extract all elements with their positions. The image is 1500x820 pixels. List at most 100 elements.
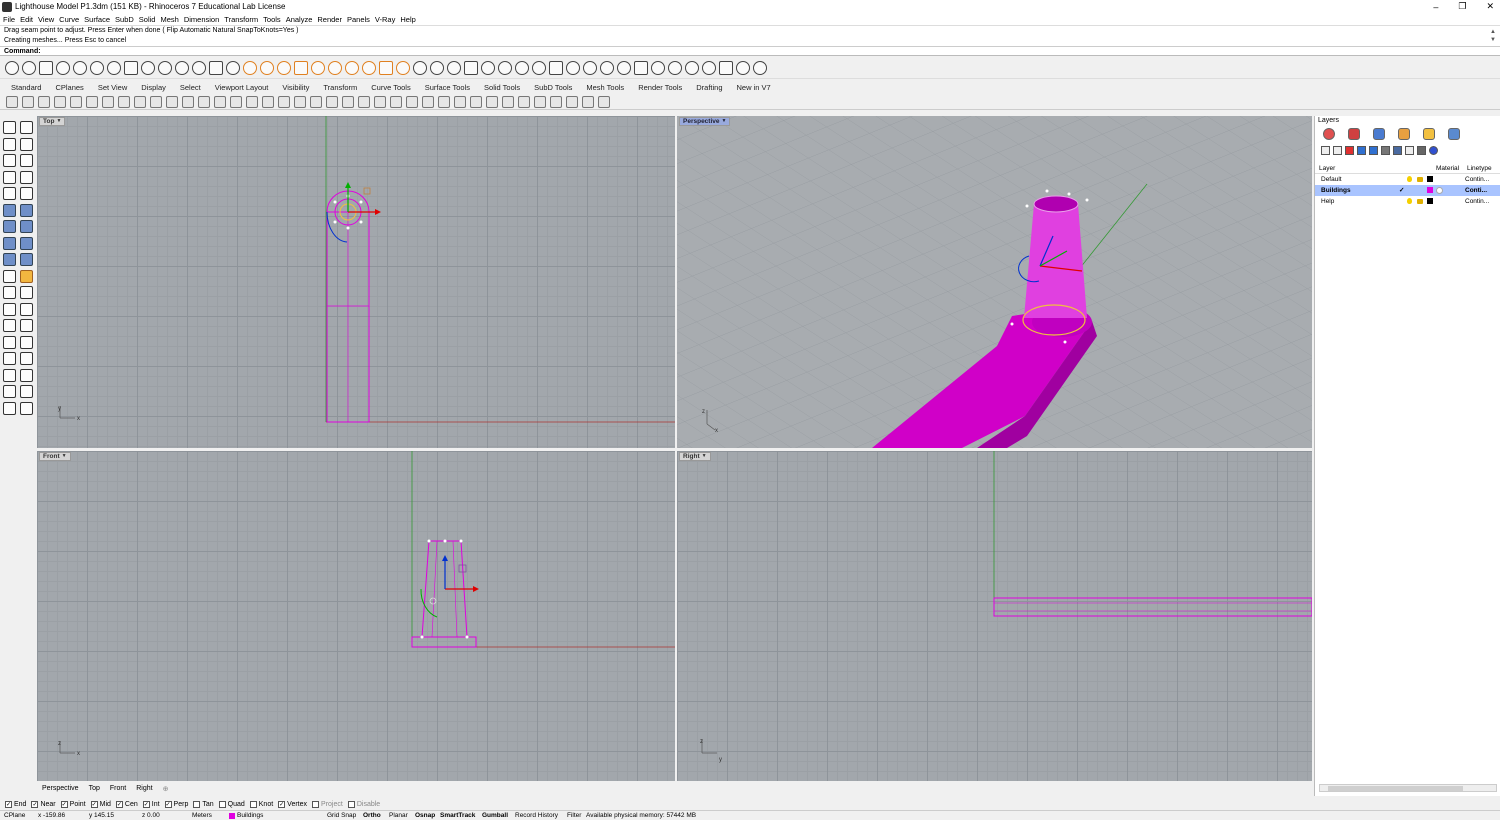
checkbox[interactable]: [249, 801, 257, 808]
lock-icon[interactable]: [1417, 199, 1423, 204]
layer-color-swatch[interactable]: [1427, 187, 1433, 193]
osnap-int[interactable]: ✓ Int: [142, 801, 160, 808]
lightbulb-icon[interactable]: [1407, 176, 1412, 182]
menu-item-dimension[interactable]: Dimension: [184, 15, 219, 24]
palette-tool-icon[interactable]: [20, 286, 33, 299]
palette-tool-icon[interactable]: [20, 154, 33, 167]
toolbar-tool-icon[interactable]: [753, 60, 767, 75]
toolbar-tool-icon[interactable]: [118, 95, 130, 108]
osnap-vertex[interactable]: ✓ Vertex: [278, 801, 307, 808]
move-to-parent-icon[interactable]: [1381, 146, 1390, 155]
toolbar-tool-icon[interactable]: [447, 60, 461, 75]
toolbar-tool-icon[interactable]: [38, 95, 50, 108]
tab-select[interactable]: Select: [180, 83, 201, 92]
toolbar-tool-icon[interactable]: [246, 95, 258, 108]
palette-tool-icon[interactable]: [20, 220, 33, 233]
palette-tool-icon[interactable]: [3, 253, 16, 266]
toolbar-tool-icon[interactable]: [70, 95, 82, 108]
viewport-right[interactable]: Right ▼ z y: [677, 451, 1312, 781]
toolbar-tool-icon[interactable]: [22, 60, 36, 75]
palette-tool-icon[interactable]: [3, 368, 16, 382]
viewport-perspective[interactable]: Perspective ▼ z x: [677, 116, 1312, 448]
scrollbar-thumb[interactable]: [1328, 786, 1463, 791]
menu-item-view[interactable]: View: [38, 15, 54, 24]
layer-color-swatch[interactable]: [1427, 176, 1433, 182]
close-button[interactable]: ✕: [1486, 1, 1494, 12]
tab-viewport-layout[interactable]: Viewport Layout: [215, 83, 269, 92]
toolbar-tool-icon[interactable]: [198, 95, 210, 108]
palette-tool-icon[interactable]: [20, 170, 33, 184]
restore-button[interactable]: ❐: [1458, 1, 1466, 12]
toolbar-tool-icon[interactable]: [498, 60, 512, 75]
palette-tool-icon[interactable]: [3, 236, 16, 250]
tab-surface-tools[interactable]: Surface Tools: [425, 83, 470, 92]
checkbox[interactable]: ✓: [142, 801, 150, 808]
toolbar-tool-icon[interactable]: [362, 60, 376, 75]
toolbar-tool-icon[interactable]: [518, 95, 530, 108]
toolbar-tool-icon[interactable]: [549, 60, 563, 75]
tab-subd-tools[interactable]: SubD Tools: [534, 83, 572, 92]
palette-tool-icon[interactable]: [3, 401, 16, 415]
layer-row-buildings[interactable]: Buildings ✓ Conti...: [1315, 185, 1500, 196]
toolbar-tool-icon[interactable]: [134, 95, 146, 108]
toolbar-tool-icon[interactable]: [617, 60, 631, 75]
palette-tool-icon[interactable]: [20, 137, 33, 151]
toolbar-tool-icon[interactable]: [158, 60, 172, 75]
toolbar-tool-icon[interactable]: [634, 60, 648, 75]
toolbar-tool-icon[interactable]: [464, 60, 478, 75]
palette-tool-icon[interactable]: [20, 203, 33, 217]
toolbar-tool-icon[interactable]: [90, 60, 104, 75]
toolbar-tool-icon[interactable]: [486, 95, 498, 108]
menu-item-solid[interactable]: Solid: [139, 15, 156, 24]
viewport-top[interactable]: Top ▼ y x: [37, 116, 675, 448]
palette-tool-icon[interactable]: [3, 220, 16, 233]
palette-tool-icon[interactable]: [3, 121, 16, 134]
toolbar-tool-icon[interactable]: [566, 60, 580, 75]
toolbar-tool-icon[interactable]: [702, 60, 716, 75]
palette-tool-icon[interactable]: [20, 401, 33, 415]
toolbar-tool-icon[interactable]: [192, 60, 206, 75]
menu-item-analyze[interactable]: Analyze: [286, 15, 313, 24]
palette-tool-icon[interactable]: [3, 269, 16, 283]
toolbar-tool-icon[interactable]: [502, 95, 514, 108]
checkbox[interactable]: [193, 801, 201, 808]
toolbar-tool-icon[interactable]: [598, 95, 610, 108]
menu-item-v-ray[interactable]: V-Ray: [375, 15, 395, 24]
palette-tool-icon[interactable]: [20, 352, 33, 365]
toolbar-tool-icon[interactable]: [277, 60, 291, 75]
units-label[interactable]: Meters: [192, 812, 212, 819]
palette-tool-icon[interactable]: [20, 269, 33, 283]
viewport-perspective-label[interactable]: Perspective ▼: [679, 117, 731, 126]
tab-mesh-tools[interactable]: Mesh Tools: [586, 83, 624, 92]
viewport-tab-top[interactable]: Top: [89, 785, 100, 792]
toolbar-tool-icon[interactable]: [182, 95, 194, 108]
viewport-tab-front[interactable]: Front: [110, 785, 126, 792]
viewport-front[interactable]: Front ▼ z x: [37, 451, 675, 781]
tab-standard[interactable]: Standard: [11, 83, 41, 92]
new-sublayer-icon[interactable]: [1333, 146, 1342, 155]
osnap-knot[interactable]: Knot: [249, 801, 273, 808]
toolbar-tool-icon[interactable]: [141, 60, 155, 75]
toolbar-tool-icon[interactable]: [719, 60, 733, 75]
osnap-quad[interactable]: Quad: [218, 801, 245, 808]
toolbar-tool-icon[interactable]: [422, 95, 434, 108]
checkbox[interactable]: ✓: [115, 801, 123, 808]
palette-tool-icon[interactable]: [20, 187, 33, 200]
filter-icon[interactable]: [1393, 146, 1402, 155]
toolbar-tool-icon[interactable]: [566, 95, 578, 108]
osnap-cen[interactable]: ✓ Cen: [115, 801, 138, 808]
lock-icon[interactable]: [1417, 177, 1423, 182]
osnap-disable[interactable]: Disable: [347, 801, 380, 808]
menu-item-subd[interactable]: SubD: [115, 15, 134, 24]
palette-tool-icon[interactable]: [3, 286, 16, 299]
palette-tool-icon[interactable]: [20, 335, 33, 349]
layers-help-icon[interactable]: [1429, 146, 1438, 155]
tab-render-tools[interactable]: Render Tools: [638, 83, 682, 92]
layers-tab-icon[interactable]: [1348, 128, 1360, 140]
toolbar-tool-icon[interactable]: [175, 60, 189, 75]
menu-item-tools[interactable]: Tools: [263, 15, 281, 24]
toolbar-tool-icon[interactable]: [668, 60, 682, 75]
toolbar-tool-icon[interactable]: [582, 95, 594, 108]
toolbar-tool-icon[interactable]: [651, 60, 665, 75]
osnap-near[interactable]: ✓ Near: [31, 801, 56, 808]
